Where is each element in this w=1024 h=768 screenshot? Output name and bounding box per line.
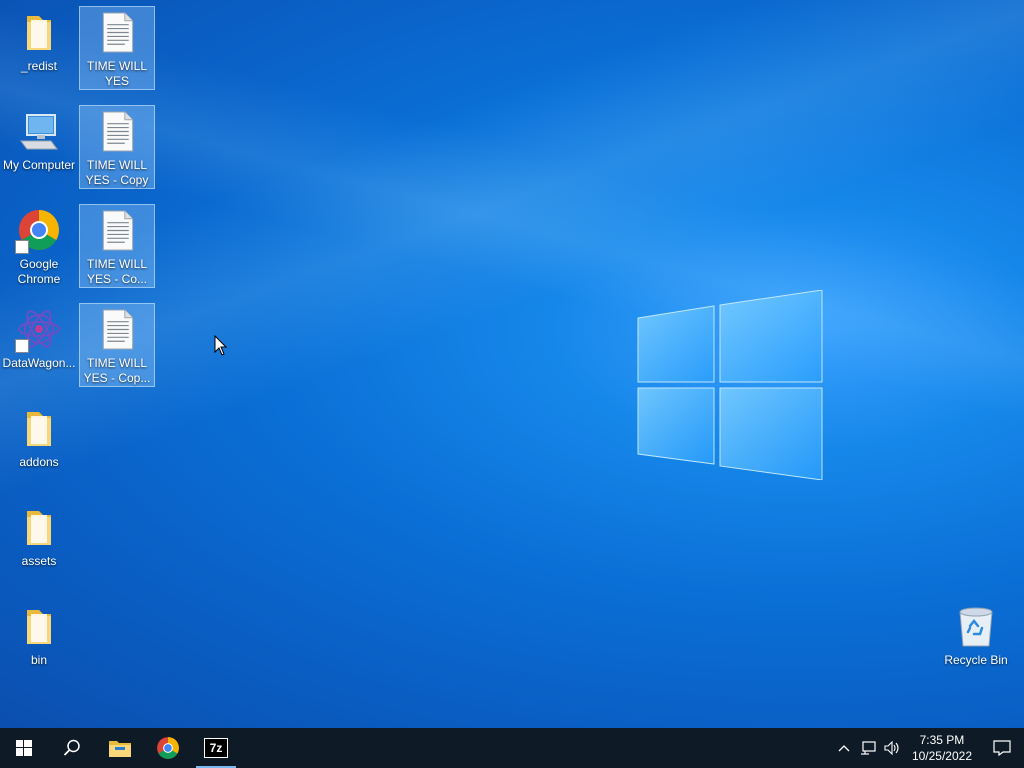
folder-icon bbox=[27, 511, 51, 545]
text-file-icon bbox=[102, 210, 134, 251]
desktop-icon-text-file[interactable]: TIME WILL YES - Co... bbox=[79, 204, 155, 288]
desktop-icon-assets[interactable]: assets bbox=[1, 501, 77, 585]
icon-label: DataWagon... bbox=[2, 356, 76, 370]
windows-logo bbox=[637, 290, 823, 480]
7zip-icon-label: 7z bbox=[209, 741, 223, 755]
desktop-icon-text-file[interactable]: TIME WILL YES - Copy bbox=[79, 105, 155, 189]
icon-label: Google Chrome bbox=[17, 257, 61, 286]
icon-label: bin bbox=[30, 653, 47, 667]
taskbar-file-explorer[interactable] bbox=[96, 728, 144, 768]
system-tray: 7:35 PM 10/25/2022 bbox=[832, 728, 1024, 768]
icon-label: addons bbox=[19, 455, 59, 469]
clock-date: 10/25/2022 bbox=[911, 749, 972, 763]
network-button[interactable] bbox=[856, 728, 880, 768]
recycle-bin-icon bbox=[959, 607, 993, 647]
desktop-icon-recycle-bin[interactable]: Recycle Bin bbox=[937, 600, 1015, 684]
start-button[interactable] bbox=[0, 728, 48, 768]
icon-label: TIME WILL YES - Cop... bbox=[83, 356, 151, 385]
icon-label: assets bbox=[21, 554, 57, 568]
folder-icon bbox=[27, 16, 51, 50]
taskbar-7zip[interactable]: 7z bbox=[192, 728, 240, 768]
network-icon bbox=[860, 741, 876, 755]
taskbar-chrome[interactable] bbox=[144, 728, 192, 768]
show-hidden-icons-button[interactable] bbox=[832, 728, 856, 768]
mouse-cursor-icon bbox=[214, 335, 228, 356]
desktop-icon-my-computer[interactable]: My Computer bbox=[1, 105, 77, 189]
taskbar: 7z 7:35 PM 10/25/2022 bbox=[0, 728, 1024, 768]
folder-icon bbox=[27, 412, 51, 446]
desktop-icon-text-file[interactable]: TIME WILL YES - Cop... bbox=[79, 303, 155, 387]
icon-label: TIME WILL YES - Copy bbox=[85, 158, 149, 187]
folder-icon bbox=[27, 610, 51, 644]
windows-start-icon bbox=[16, 740, 32, 756]
shortcut-arrow-icon bbox=[15, 240, 29, 254]
datawagon-icon bbox=[15, 307, 61, 353]
chrome-icon bbox=[15, 208, 61, 254]
desktop-icon-text-file[interactable]: TIME WILL YES bbox=[79, 6, 155, 90]
icon-label: TIME WILL YES - Co... bbox=[86, 257, 148, 286]
text-file-icon bbox=[102, 12, 134, 53]
speaker-icon bbox=[884, 741, 899, 755]
desktop-icon-addons[interactable]: addons bbox=[1, 402, 77, 486]
icon-label: My Computer bbox=[2, 158, 76, 172]
taskbar-clock[interactable]: 7:35 PM 10/25/2022 bbox=[904, 732, 980, 764]
shortcut-arrow-icon bbox=[15, 339, 29, 353]
notification-icon bbox=[993, 740, 1011, 756]
search-button[interactable] bbox=[48, 728, 96, 768]
text-file-icon bbox=[102, 111, 134, 152]
chevron-up-icon bbox=[838, 745, 850, 752]
chrome-icon bbox=[157, 737, 179, 759]
desktop[interactable]: _redist My Computer Google Chrome DataWa… bbox=[0, 0, 1024, 728]
7zip-icon: 7z bbox=[204, 738, 228, 758]
desktop-icon-redist[interactable]: _redist bbox=[1, 6, 77, 90]
action-center-button[interactable] bbox=[980, 728, 1024, 768]
volume-button[interactable] bbox=[880, 728, 904, 768]
icon-label: Recycle Bin bbox=[944, 653, 1008, 667]
desktop-icon-google-chrome[interactable]: Google Chrome bbox=[1, 204, 77, 288]
text-file-icon bbox=[102, 309, 134, 350]
icon-label: _redist bbox=[20, 59, 58, 73]
clock-time: 7:35 PM bbox=[919, 733, 965, 747]
icon-label: TIME WILL YES bbox=[86, 59, 147, 88]
desktop-icon-bin[interactable]: bin bbox=[1, 600, 77, 684]
desktop-icon-datawagon[interactable]: DataWagon... bbox=[1, 303, 77, 387]
search-icon bbox=[63, 739, 80, 756]
file-explorer-icon bbox=[109, 741, 131, 757]
computer-icon bbox=[20, 114, 58, 150]
